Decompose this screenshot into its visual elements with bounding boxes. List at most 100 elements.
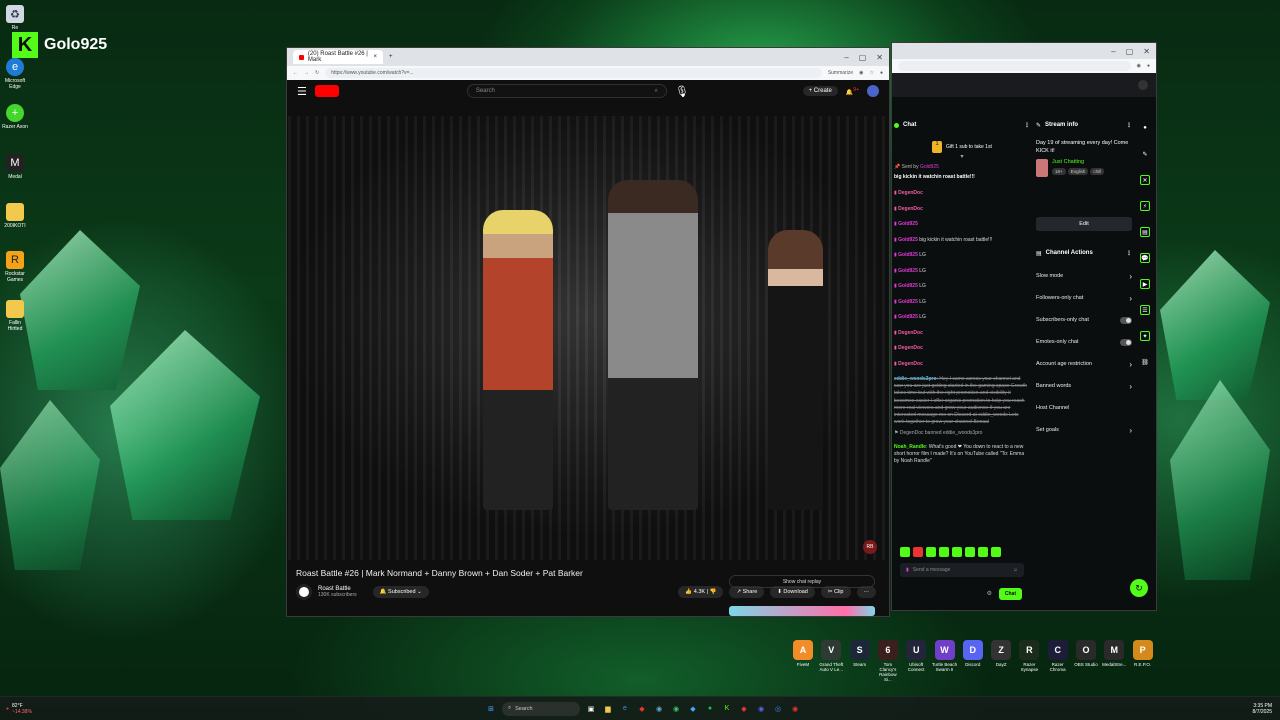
back-icon[interactable]: ← (293, 70, 298, 76)
notification-bell-icon[interactable]: 🔔9+ (846, 87, 859, 96)
emote-icon[interactable] (900, 547, 910, 557)
sidebar-thumbnail[interactable] (729, 606, 875, 616)
like-button[interactable]: 👍 4.3K | 👎 (678, 586, 724, 598)
search-icon[interactable]: ⌕ (655, 88, 658, 95)
mic-icon[interactable]: 🎙 (675, 85, 689, 98)
kick-account-avatar[interactable] (1138, 80, 1148, 90)
create-button[interactable]: + Create (802, 86, 838, 96)
toggle-switch[interactable] (1120, 316, 1132, 324)
start-menu-icon[interactable]: ⊞ (485, 703, 497, 715)
rail-dot-icon[interactable]: ● (1140, 123, 1150, 133)
desktop-icon-folder[interactable]: 200IKOTI (2, 203, 28, 229)
desktop-game-icon[interactable]: U Ubisoft Connect (903, 640, 929, 672)
channel-action-host-channel[interactable]: Host Channel (1036, 397, 1132, 419)
edit-stream-info-button[interactable]: Edit (1036, 217, 1132, 231)
desktop-game-icon[interactable]: V Grand Theft Auto V Le... (818, 640, 844, 672)
channel-action-account-age-restriction[interactable]: Account age restriction › (1036, 353, 1132, 375)
channel-action-subscribers-only-chat[interactable]: Subscribers-only chat (1036, 309, 1132, 331)
stream-info-menu-icon[interactable]: ⋮ (1126, 122, 1132, 129)
extension-icon[interactable]: ◉ (1137, 63, 1141, 69)
channel-action-banned-words[interactable]: Banned words › (1036, 375, 1132, 397)
channel-action-slow-mode[interactable]: Slow mode › (1036, 265, 1132, 287)
channel-action-emotes-only-chat[interactable]: Emotes-only chat (1036, 331, 1132, 353)
tab-close-icon[interactable]: × (373, 54, 377, 60)
youtube-logo-icon[interactable] (314, 85, 339, 97)
emote-icon[interactable] (978, 547, 988, 557)
emote-icon[interactable] (913, 547, 923, 557)
app-taskbar-icon[interactable]: ◉ (789, 703, 801, 715)
app-taskbar-icon[interactable]: ◆ (636, 703, 648, 715)
video-player[interactable]: RB (288, 116, 885, 560)
emote-icon[interactable] (965, 547, 975, 557)
desktop-game-icon[interactable]: C Razer Chroma (1045, 640, 1071, 672)
forward-icon[interactable]: → (304, 70, 309, 76)
desktop-game-icon[interactable]: R Razer Synapse (1016, 640, 1042, 672)
desktop-icon-rockstar[interactable]: R Rockstar Games (2, 251, 28, 283)
desktop-icon-folder-2[interactable]: Fallin Hirtted (2, 300, 28, 332)
extension-icon[interactable]: ◉ (859, 70, 863, 76)
app-taskbar-icon[interactable]: ◆ (738, 703, 750, 715)
discord-taskbar-icon[interactable]: ◉ (755, 703, 767, 715)
taskbar-search-input[interactable]: ⌕ Search (502, 701, 580, 716)
minimize-icon[interactable]: – (844, 53, 848, 62)
toggle-switch[interactable] (1120, 338, 1132, 346)
channel-actions-menu-icon[interactable]: ⋮ (1126, 250, 1132, 257)
kick-taskbar-icon[interactable]: K (721, 703, 733, 715)
hamburger-menu-icon[interactable]: ☰ (297, 85, 307, 98)
minimize-icon[interactable]: – (1111, 47, 1115, 56)
emoji-picker-icon[interactable]: ☺ (1013, 567, 1018, 573)
rail-media-icon[interactable]: ▶ (1140, 279, 1150, 289)
rail-edit-icon[interactable]: ✎ (1140, 149, 1150, 159)
rail-close-icon[interactable]: ✕ (1140, 175, 1150, 185)
desktop-game-icon[interactable]: Z DayZ (988, 640, 1014, 667)
send-message-input[interactable]: ▮ Send a message ☺ (900, 563, 1024, 577)
reload-icon[interactable]: ↻ (315, 70, 319, 76)
url-field[interactable]: https://www.youtube.com/watch?v=... (325, 68, 822, 78)
desktop-game-icon[interactable]: P R.E.P.O. (1130, 640, 1156, 667)
system-clock[interactable]: 3:35 PM 8/7/2025 (1253, 703, 1272, 715)
maximize-icon[interactable]: ▢ (859, 53, 867, 62)
stream-category[interactable]: Just Chatting (1052, 159, 1104, 165)
rail-chat-icon[interactable]: 💬 (1140, 253, 1150, 263)
app-taskbar-icon[interactable]: ◉ (670, 703, 682, 715)
browser-tab[interactable]: (20) Roast Battle #26 | Mark × (293, 50, 383, 64)
desktop-icon-medal[interactable]: M Medal (2, 154, 28, 180)
close-window-icon[interactable]: ✕ (876, 53, 883, 62)
kick-url-field[interactable] (898, 61, 1131, 71)
settings-gear-icon[interactable]: ⚙ (987, 590, 992, 597)
emote-icon[interactable] (939, 547, 949, 557)
file-explorer-icon[interactable]: ▆ (602, 703, 614, 715)
rail-link-icon[interactable]: ⛓ (1140, 357, 1150, 367)
desktop-game-icon[interactable]: 6 Tom Clancy's Rainbow Si... (875, 640, 901, 682)
summarize-button[interactable]: Summarize (828, 70, 853, 76)
desktop-game-icon[interactable]: M MedalStre... (1101, 640, 1127, 667)
rail-doc-icon[interactable]: ▤ (1140, 227, 1150, 237)
chrome-taskbar-icon[interactable]: ◎ (772, 703, 784, 715)
rail-list-icon[interactable]: ☰ (1140, 305, 1150, 315)
close-window-icon[interactable]: ✕ (1143, 47, 1150, 56)
show-chat-replay-button[interactable]: Show chat replay (729, 575, 875, 588)
task-view-icon[interactable]: ▣ (585, 703, 597, 715)
profile-icon[interactable]: ● (880, 70, 883, 76)
chat-send-button[interactable]: Chat (998, 588, 1022, 600)
account-avatar[interactable] (867, 85, 879, 97)
desktop-game-icon[interactable]: A FiveM (790, 640, 816, 667)
new-tab-icon[interactable]: + (389, 54, 393, 60)
desktop-icon-edge[interactable]: e Microsoft Edge (2, 58, 28, 90)
profile-icon[interactable]: ● (1147, 63, 1150, 69)
chat-menu-icon[interactable]: ⋮ (1024, 122, 1030, 129)
emote-icon[interactable] (926, 547, 936, 557)
maximize-icon[interactable]: ▢ (1126, 47, 1134, 56)
desktop-game-icon[interactable]: O OBS Studio (1073, 640, 1099, 667)
spotify-icon[interactable]: ● (704, 703, 716, 715)
emote-icon[interactable] (991, 547, 1001, 557)
desktop-game-icon[interactable]: S Steam (847, 640, 873, 667)
app-taskbar-icon[interactable]: ◆ (687, 703, 699, 715)
search-input[interactable]: Search ⌕ (466, 84, 667, 98)
expand-chevron-icon[interactable]: ▾ (894, 153, 1030, 160)
desktop-icon-razer-axon[interactable]: + Razer Axon (2, 104, 28, 130)
app-taskbar-icon[interactable]: ◉ (653, 703, 665, 715)
emote-icon[interactable] (952, 547, 962, 557)
desktop-icon-recycle-bin[interactable]: ♻ Re (2, 5, 28, 31)
weather-widget[interactable]: ● 82°F ~14.38% (6, 703, 32, 715)
